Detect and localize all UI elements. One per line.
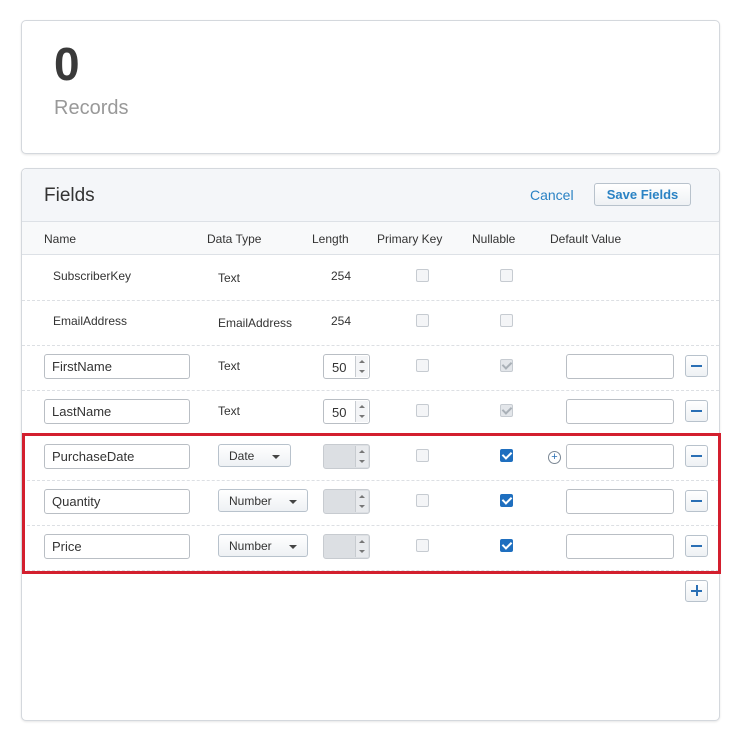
field-name-input[interactable]: LastName [44, 399, 190, 424]
length-stepper[interactable]: 50 [323, 354, 370, 379]
cancel-link[interactable]: Cancel [530, 187, 574, 203]
primary-key-checkbox[interactable] [416, 494, 429, 507]
field-data-type: Text [218, 404, 241, 418]
nullable-checkbox[interactable] [500, 449, 513, 462]
column-header-nullable: Nullable [472, 232, 516, 246]
table-row: Price Number [22, 526, 719, 571]
default-value-input[interactable] [566, 399, 674, 424]
column-header-primary-key: Primary Key [377, 232, 443, 246]
data-type-dropdown[interactable]: Number [218, 489, 308, 512]
nullable-checkbox [500, 269, 513, 282]
stepper-arrows-icon[interactable] [355, 401, 368, 422]
field-data-type: EmailAddress [218, 316, 293, 330]
field-data-type: Text [218, 359, 241, 373]
nullable-checkbox[interactable] [500, 539, 513, 552]
records-count: 0 [54, 38, 80, 90]
minus-icon[interactable] [685, 445, 708, 467]
length-stepper [323, 534, 370, 559]
default-value-input[interactable] [566, 444, 674, 469]
field-name: SubscriberKey [53, 269, 132, 283]
column-header-name: Name [44, 232, 77, 246]
default-value-input[interactable] [566, 534, 674, 559]
table-row: FirstName Text 50 [22, 346, 719, 391]
length-stepper[interactable]: 50 [323, 399, 370, 424]
field-name-input[interactable]: PurchaseDate [44, 444, 190, 469]
field-name-input[interactable]: Price [44, 534, 190, 559]
field-length: 254 [331, 269, 352, 283]
minus-icon[interactable] [685, 355, 708, 377]
column-header-default-value: Default Value [550, 232, 622, 246]
add-circle-icon[interactable]: + [548, 451, 561, 464]
plus-icon[interactable] [685, 580, 708, 602]
stepper-arrows-icon [355, 536, 368, 557]
table-row: EmailAddress EmailAddress 254 [22, 301, 719, 346]
field-name-input[interactable]: FirstName [44, 354, 190, 379]
chevron-down-icon [272, 455, 280, 459]
default-value-input[interactable] [566, 489, 674, 514]
primary-key-checkbox [416, 269, 429, 282]
primary-key-checkbox [416, 359, 429, 372]
minus-icon[interactable] [685, 490, 708, 512]
chevron-down-icon [289, 545, 297, 549]
primary-key-checkbox[interactable] [416, 539, 429, 552]
column-header-row: Name Data Type Length Primary Key Nullab… [22, 222, 719, 255]
primary-key-checkbox [416, 404, 429, 417]
data-type-selected: Date [229, 448, 255, 463]
save-fields-button[interactable]: Save Fields [594, 183, 691, 206]
stepper-arrows-icon [355, 491, 368, 512]
length-stepper [323, 489, 370, 514]
table-row: Quantity Number [22, 481, 719, 526]
data-type-selected: Number [229, 538, 272, 553]
chevron-down-icon [289, 500, 297, 504]
field-name-input[interactable]: Quantity [44, 489, 190, 514]
field-length: 254 [331, 314, 352, 328]
column-header-length: Length [312, 232, 349, 246]
stepper-arrows-icon [355, 446, 368, 467]
nullable-checkbox [500, 359, 513, 372]
nullable-checkbox [500, 314, 513, 327]
field-data-type: Text [218, 271, 241, 285]
field-name: EmailAddress [53, 314, 128, 328]
fields-title: Fields [44, 185, 95, 206]
fields-card: Fields Cancel Save Fields Name Data Type… [21, 168, 720, 721]
primary-key-checkbox[interactable] [416, 449, 429, 462]
nullable-checkbox [500, 404, 513, 417]
stepper-arrows-icon[interactable] [355, 356, 368, 377]
length-stepper [323, 444, 370, 469]
table-row: PurchaseDate Date + [22, 436, 719, 481]
data-type-dropdown[interactable]: Number [218, 534, 308, 557]
nullable-checkbox[interactable] [500, 494, 513, 507]
data-type-selected: Number [229, 493, 272, 508]
records-label: Records [54, 97, 129, 119]
table-row: LastName Text 50 [22, 391, 719, 436]
data-type-dropdown[interactable]: Date [218, 444, 291, 467]
table-row: SubscriberKey Text 254 [22, 256, 719, 301]
minus-icon[interactable] [685, 535, 708, 557]
length-value: 50 [332, 405, 347, 420]
default-value-input[interactable] [566, 354, 674, 379]
column-header-data-type: Data Type [207, 232, 262, 246]
fields-header: Fields Cancel Save Fields [22, 169, 719, 222]
records-card: 0 Records [21, 20, 720, 154]
length-value: 50 [332, 360, 347, 375]
minus-icon[interactable] [685, 400, 708, 422]
primary-key-checkbox [416, 314, 429, 327]
